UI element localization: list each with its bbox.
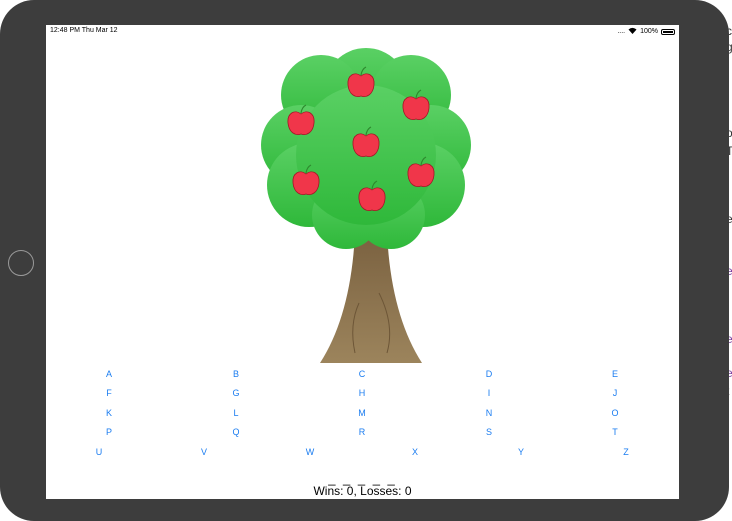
letter-button-i[interactable]: I [482,386,497,400]
wifi-icon [628,27,637,36]
letter-button-k[interactable]: K [100,406,118,420]
score-label: Wins: 0, Losses: 0 [313,484,412,498]
letter-button-a[interactable]: A [100,367,118,381]
letter-button-t[interactable]: T [606,425,624,439]
letter-button-n[interactable]: N [480,406,499,420]
letter-button-o[interactable]: O [605,406,624,420]
letter-button-l[interactable]: L [227,406,244,420]
ipad-frame: 12:48 PM Thu Mar 12 .... 100% A B C D E … [0,0,729,521]
letter-button-s[interactable]: S [480,425,498,439]
letter-button-g[interactable]: G [226,386,245,400]
letter-button-q[interactable]: Q [226,425,245,439]
status-indicators: .... 100% [617,27,675,36]
battery-percent: 100% [640,28,658,35]
letter-button-x[interactable]: X [406,445,424,459]
signal-dots: .... [617,28,626,35]
home-button[interactable] [8,250,34,276]
letter-button-e[interactable]: E [606,367,624,381]
letter-button-v[interactable]: V [195,445,213,459]
letter-button-h[interactable]: H [353,386,372,400]
letter-button-d[interactable]: D [480,367,499,381]
letter-row: A B C D E [46,367,679,381]
letter-button-p[interactable]: P [100,425,118,439]
battery-icon [661,28,675,35]
letter-row: K L M N O [46,406,679,420]
letter-button-c[interactable]: C [353,367,372,381]
letter-button-z[interactable]: Z [617,445,635,459]
apple-tree [261,48,471,363]
tree-trunk [320,233,422,363]
letter-button-u[interactable]: U [90,445,109,459]
app-screen: 12:48 PM Thu Mar 12 .... 100% A B C D E … [46,25,679,499]
letter-button-b[interactable]: B [227,367,245,381]
letter-button-w[interactable]: W [300,445,321,459]
status-time-date: 12:48 PM Thu Mar 12 [50,27,118,34]
letter-button-r[interactable]: R [353,425,372,439]
letter-row: F G H I J [46,386,679,400]
letter-button-j[interactable]: J [607,386,624,400]
letter-row: U V W X Y Z [46,445,679,459]
letter-button-m[interactable]: M [352,406,372,420]
letter-row: P Q R S T [46,425,679,439]
letter-button-f[interactable]: F [100,386,118,400]
letter-button-y[interactable]: Y [512,445,530,459]
